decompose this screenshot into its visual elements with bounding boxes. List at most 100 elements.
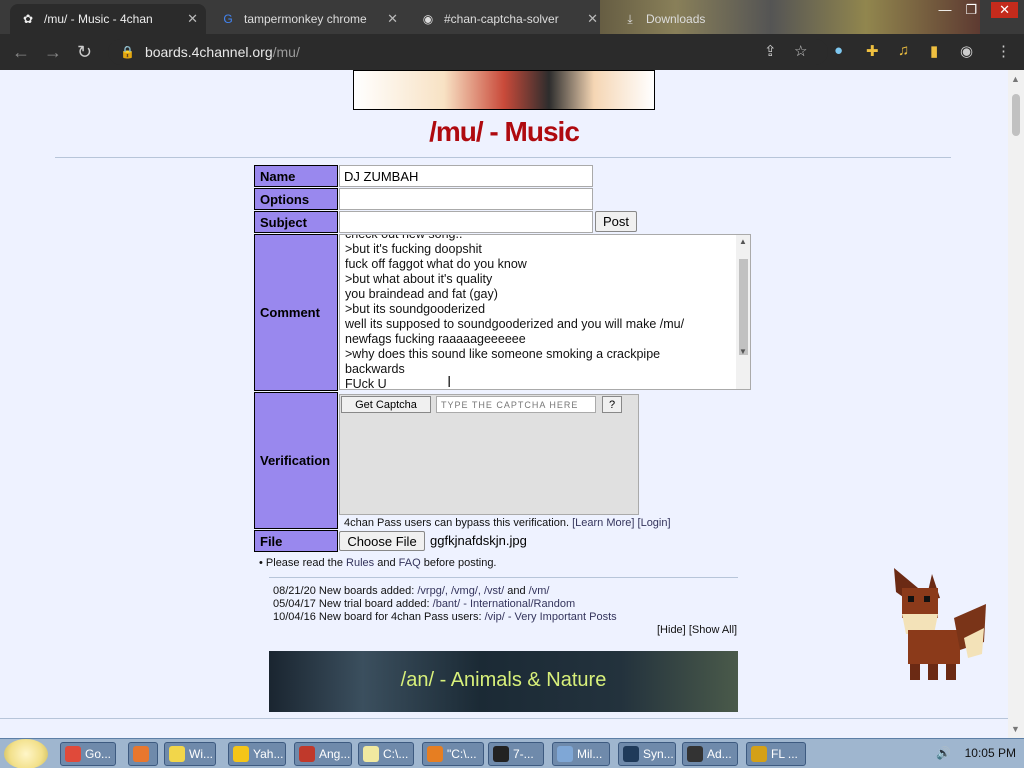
news-item: 05/04/17 New trial board added: /bant/ -…	[273, 598, 575, 610]
tab-tampermonkey[interactable]: G tampermonkey chrome ✕	[210, 4, 406, 34]
taskbar-item-label: FL ...	[771, 747, 798, 761]
extension-flag-icon[interactable]: ●	[834, 42, 843, 59]
bookmark-star-icon[interactable]: ☆	[794, 42, 807, 60]
taskbar-item-label: Mil...	[577, 747, 603, 761]
browser-toolbar: ← → ↻ 🔒 boards.4channel.org/mu/ ⇪ ☆ ● ✚ …	[0, 34, 1024, 70]
news-link[interactable]: /bant/ - International/Random	[433, 598, 575, 610]
news-link[interactable]: /vm/	[529, 585, 550, 597]
extensions-puzzle-icon[interactable]: ✚	[866, 42, 879, 60]
taskbar-item-angry[interactable]: Ang...	[294, 742, 352, 766]
taskbar-item-7zip[interactable]: 7-...	[488, 742, 544, 766]
login-link[interactable]: [Login]	[638, 517, 671, 529]
taskbar-item-mil[interactable]: Mil...	[552, 742, 610, 766]
comment-line: backwards	[345, 362, 405, 376]
profile-avatar-icon[interactable]: ◉	[960, 42, 973, 60]
captcha-input[interactable]: TYPE THE CAPTCHA HERE	[436, 396, 596, 413]
tab-mu-music[interactable]: ✿ /mu/ - Music - 4chan ✕	[10, 4, 206, 34]
tab-captcha-solver[interactable]: ◉ #chan-captcha-solver ✕	[410, 4, 606, 34]
page-scrollbar[interactable]: ▲ ▼	[1008, 70, 1024, 738]
rules-link[interactable]: Rules	[346, 557, 374, 569]
text-cursor-icon: I	[447, 374, 452, 391]
chrome-menu-icon[interactable]: ⋮	[996, 42, 1011, 60]
address-bar[interactable]: 🔒 boards.4channel.org/mu/	[108, 39, 828, 65]
scroll-up-icon[interactable]: ▲	[1011, 74, 1020, 84]
taskbar-item-label: Ad...	[707, 747, 732, 761]
window-controls: — ❐ ✕	[938, 2, 1018, 18]
window-close-icon[interactable]: ✕	[991, 2, 1018, 18]
board-ad-banner[interactable]: /an/ - Animals & Nature	[269, 651, 738, 712]
scroll-up-icon[interactable]: ▲	[739, 237, 747, 246]
taskbar-item-label: Go...	[85, 747, 112, 761]
tab-close-icon[interactable]: ✕	[187, 11, 198, 27]
tab-close-icon[interactable]: ✕	[387, 11, 398, 27]
address-host: boards.4channel.org	[144, 44, 273, 60]
clock[interactable]: 10:05 PM	[965, 746, 1016, 760]
subject-field[interactable]	[339, 211, 593, 233]
name-field[interactable]: DJ ZUMBAH	[339, 165, 593, 187]
tab-close-icon[interactable]: ✕	[587, 11, 598, 27]
hide-news-link[interactable]: [Hide]	[657, 624, 686, 636]
subject-label: Subject	[254, 211, 338, 233]
page-scroll-thumb[interactable]	[1012, 94, 1020, 136]
captcha-help-button[interactable]: ?	[602, 396, 622, 413]
taskbar-item-label: Wi...	[189, 747, 213, 761]
comment-line: newfags fucking raaaaageeeeee	[345, 332, 526, 346]
divider	[269, 577, 738, 578]
pass-bypass-note: 4chan Pass users can bypass this verific…	[344, 517, 671, 529]
taskbar-item-label: 7-...	[513, 747, 534, 761]
tab-downloads[interactable]: ⤓ Downloads	[612, 4, 808, 34]
minimize-icon[interactable]: —	[938, 2, 951, 18]
learn-more-link[interactable]: [Learn More]	[572, 517, 634, 529]
show-all-news-link[interactable]: [Show All]	[689, 624, 737, 636]
taskbar-item-syn[interactable]: Syn...	[618, 742, 676, 766]
faq-link[interactable]: FAQ	[399, 557, 421, 569]
sidebar-icon[interactable]: ▮	[930, 42, 938, 60]
news-link[interactable]: /vip/ - Very Important Posts	[485, 611, 617, 623]
taskbar-item-yahoo[interactable]: Yah...	[228, 742, 286, 766]
tab-title: /mu/ - Music - 4chan	[44, 12, 153, 26]
browser-tabbar: ✿ /mu/ - Music - 4chan ✕ G tampermonkey …	[0, 0, 1024, 34]
media-controls-icon[interactable]: ♫	[898, 42, 909, 59]
bypass-text: 4chan Pass users can bypass this verific…	[344, 517, 570, 529]
taskbar-item-winamp[interactable]: Wi...	[164, 742, 216, 766]
chrome-icon	[65, 746, 81, 762]
taskbar-item-ad[interactable]: Ad...	[682, 742, 738, 766]
options-field[interactable]	[339, 188, 593, 210]
rules-suffix: before posting.	[423, 557, 497, 569]
eevee-sprite-image	[894, 568, 986, 680]
comment-textarea[interactable]: check out new song.. >but it's fucking d…	[339, 234, 751, 390]
board-banner-image[interactable]	[353, 70, 655, 110]
magnifier-icon	[427, 746, 443, 762]
reload-icon[interactable]: ↻	[77, 42, 92, 63]
smiley-icon	[233, 746, 249, 762]
news-link[interactable]: /vrpg/, /vmg/, /vst/	[417, 585, 504, 597]
maximize-icon[interactable]: ❐	[965, 2, 977, 18]
comment-line: >but what about it's quality	[345, 272, 493, 286]
news-item: 10/04/16 New board for 4chan Pass users:…	[273, 611, 617, 623]
share-icon[interactable]: ⇪	[764, 42, 777, 60]
taskbar-item-fl[interactable]: FL ...	[746, 742, 806, 766]
post-button[interactable]: Post	[595, 211, 637, 232]
comment-line: check out new song..	[345, 234, 463, 241]
tab-title: #chan-captcha-solver	[444, 12, 559, 26]
comment-scroll-thumb[interactable]	[739, 259, 748, 355]
terminal-icon	[687, 746, 703, 762]
comment-scrollbar[interactable]: ▲ ▼	[736, 235, 750, 389]
taskbar-item-label: "C:\...	[447, 747, 477, 761]
taskbar-item-notepad[interactable]: C:\...	[358, 742, 414, 766]
taskbar-item-firefox[interactable]	[128, 742, 158, 766]
comment-line: you braindead and fat (gay)	[345, 287, 498, 301]
forward-arrow-icon[interactable]: →	[44, 42, 62, 63]
taskbar-item-search[interactable]: "C:\...	[422, 742, 484, 766]
news-date: 05/04/17	[273, 598, 316, 610]
news-date: 08/21/20	[273, 585, 316, 597]
get-captcha-button[interactable]: Get Captcha	[341, 396, 431, 413]
choose-file-button[interactable]: Choose File	[339, 531, 425, 551]
taskbar-item-chrome[interactable]: Go...	[60, 742, 116, 766]
start-button[interactable]	[4, 739, 48, 768]
tab-title: Downloads	[646, 12, 706, 26]
speaker-icon[interactable]: 🔊	[936, 746, 951, 760]
scroll-down-icon[interactable]: ▼	[739, 347, 747, 356]
back-arrow-icon[interactable]: ←	[12, 42, 30, 63]
scroll-down-icon[interactable]: ▼	[1011, 724, 1020, 734]
